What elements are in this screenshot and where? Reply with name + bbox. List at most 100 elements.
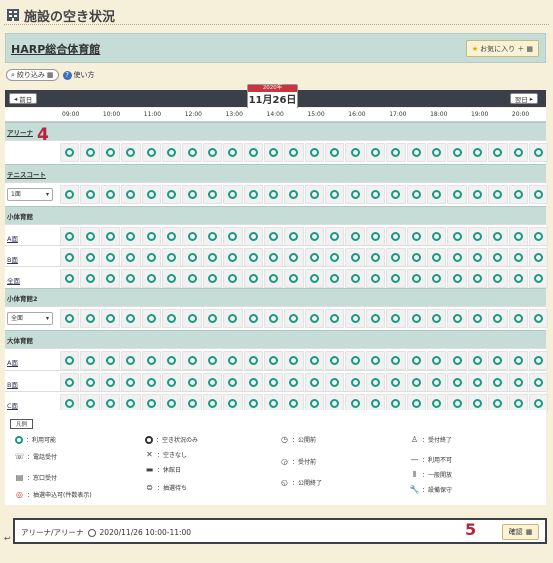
slot-cell[interactable] — [121, 248, 141, 267]
prev-day-button[interactable]: ◂ 前日 — [9, 93, 38, 104]
slot-cell[interactable] — [141, 227, 161, 246]
slot-cell[interactable] — [528, 248, 549, 267]
slot-cell[interactable] — [365, 373, 386, 392]
slot-cell[interactable] — [202, 248, 223, 267]
slot-cell[interactable] — [284, 373, 304, 392]
slot-cell[interactable] — [284, 269, 304, 288]
slot-cell[interactable] — [121, 309, 141, 328]
slot-cell[interactable] — [141, 143, 161, 162]
slot-cell[interactable] — [345, 309, 365, 328]
slot-cell[interactable] — [141, 248, 161, 267]
slot-cell[interactable] — [121, 227, 141, 246]
area-select[interactable]: 全面 — [7, 312, 53, 325]
slot-cell[interactable] — [528, 373, 549, 392]
back-arrow-icon[interactable]: ↩ — [4, 534, 11, 543]
slot-cell[interactable] — [243, 248, 263, 267]
slot-cell[interactable] — [406, 269, 427, 288]
slot-cell[interactable] — [141, 351, 161, 370]
facility-name[interactable]: HARP総合体育館 — [11, 41, 100, 57]
slot-cell[interactable] — [447, 227, 467, 246]
slot-cell[interactable] — [365, 227, 386, 246]
slot-cell[interactable] — [100, 143, 121, 162]
slot-cell[interactable] — [488, 143, 508, 162]
slot-cell[interactable] — [447, 373, 467, 392]
slot-cell[interactable] — [80, 143, 100, 162]
slot-cell[interactable] — [243, 185, 263, 204]
slot-cell[interactable] — [325, 351, 345, 370]
slot-cell[interactable] — [365, 248, 386, 267]
slot-cell[interactable] — [467, 143, 488, 162]
slot-cell[interactable] — [447, 309, 467, 328]
slot-cell[interactable] — [263, 248, 284, 267]
slot-cell[interactable] — [161, 309, 182, 328]
slot-cell[interactable] — [467, 248, 488, 267]
slot-cell[interactable] — [345, 143, 365, 162]
slot-cell[interactable] — [325, 373, 345, 392]
slot-cell[interactable] — [60, 227, 80, 246]
slot-cell[interactable] — [325, 185, 345, 204]
date-picker[interactable]: 2020年 11月26日木 — [247, 84, 298, 122]
slot-cell[interactable] — [284, 143, 304, 162]
slot-cell[interactable] — [223, 227, 243, 246]
slot-cell[interactable] — [406, 143, 427, 162]
slot-cell[interactable] — [223, 143, 243, 162]
row-label[interactable]: 全面 — [7, 275, 20, 285]
slot-cell[interactable] — [161, 248, 182, 267]
slot-cell[interactable] — [406, 309, 427, 328]
slot-cell[interactable] — [427, 248, 447, 267]
slot-cell[interactable] — [304, 227, 325, 246]
slot-cell[interactable] — [406, 373, 427, 392]
slot-cell[interactable] — [467, 309, 488, 328]
slot-cell[interactable] — [223, 185, 243, 204]
slot-cell[interactable] — [447, 269, 467, 288]
slot-cell[interactable] — [345, 248, 365, 267]
slot-cell[interactable] — [182, 143, 202, 162]
slot-cell[interactable] — [100, 185, 121, 204]
slot-cell[interactable] — [80, 269, 100, 288]
slot-cell[interactable] — [223, 373, 243, 392]
slot-cell[interactable] — [467, 351, 488, 370]
slot-cell[interactable] — [223, 248, 243, 267]
slot-cell[interactable] — [386, 373, 406, 392]
slot-cell[interactable] — [386, 185, 406, 204]
slot-cell[interactable] — [365, 269, 386, 288]
slot-cell[interactable] — [488, 351, 508, 370]
slot-cell[interactable] — [345, 269, 365, 288]
slot-cell[interactable] — [427, 309, 447, 328]
row-label[interactable]: B面 — [7, 379, 18, 389]
filter-button[interactable]: ⌕ 絞り込み ▦ — [6, 69, 59, 81]
slot-cell[interactable] — [182, 269, 202, 288]
slot-cell[interactable] — [80, 248, 100, 267]
slot-cell[interactable] — [427, 143, 447, 162]
row-label[interactable]: C面 — [7, 400, 18, 410]
slot-cell[interactable] — [528, 185, 549, 204]
help-link[interactable]: ? 使い方 — [62, 70, 95, 80]
slot-cell[interactable] — [80, 351, 100, 370]
slot-cell[interactable] — [528, 227, 549, 246]
slot-cell[interactable] — [263, 309, 284, 328]
slot-cell[interactable] — [406, 248, 427, 267]
slot-cell[interactable] — [508, 185, 528, 204]
slot-cell[interactable] — [447, 351, 467, 370]
slot-cell[interactable] — [304, 373, 325, 392]
slot-cell[interactable] — [223, 351, 243, 370]
slot-cell[interactable] — [141, 185, 161, 204]
slot-cell[interactable] — [528, 351, 549, 370]
slot-cell[interactable] — [325, 143, 345, 162]
slot-cell[interactable] — [161, 269, 182, 288]
slot-cell[interactable] — [141, 373, 161, 392]
slot-cell[interactable] — [182, 309, 202, 328]
slot-cell[interactable] — [202, 227, 223, 246]
slot-cell[interactable] — [202, 185, 223, 204]
slot-cell[interactable] — [141, 269, 161, 288]
slot-cell[interactable] — [121, 143, 141, 162]
slot-cell[interactable] — [488, 269, 508, 288]
slot-cell[interactable] — [325, 309, 345, 328]
slot-cell[interactable] — [508, 269, 528, 288]
slot-cell[interactable] — [202, 309, 223, 328]
slot-cell[interactable] — [161, 143, 182, 162]
slot-cell[interactable] — [141, 309, 161, 328]
slot-cell[interactable] — [467, 227, 488, 246]
slot-cell[interactable] — [202, 269, 223, 288]
slot-cell[interactable] — [182, 373, 202, 392]
